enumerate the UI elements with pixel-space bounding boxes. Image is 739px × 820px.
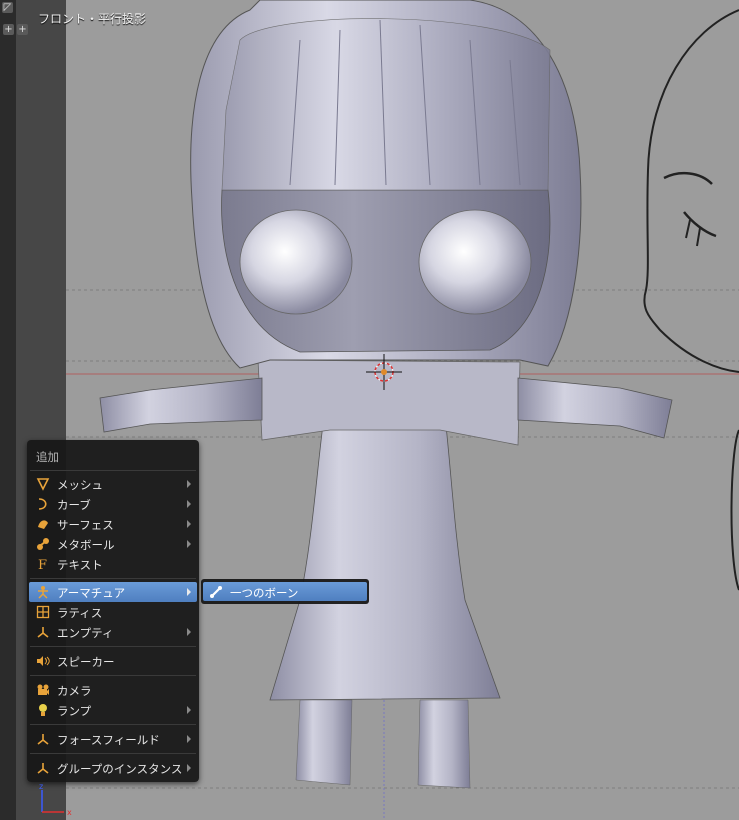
surface-icon — [38, 520, 48, 529]
menu-item-label: カメラ — [57, 684, 92, 698]
menu-item-label: メッシュ — [57, 478, 103, 492]
lamp-icon — [39, 704, 47, 716]
character-right-eye — [418, 209, 532, 315]
view-name-label: フロント・平行投影 — [38, 12, 147, 26]
character-right-arm — [517, 377, 673, 439]
menu-item-label: ラティス — [57, 606, 103, 620]
add-menu: 追加 メッシュ カーブ サーフェス メタボール F テキスト アーマチュア ラテ… — [27, 440, 199, 782]
menu-item-camera[interactable]: カメラ — [29, 680, 197, 700]
menu-item-armature[interactable]: アーマチュア — [29, 582, 197, 602]
submenu-arrow-icon — [187, 628, 191, 636]
submenu-arrow-icon — [187, 764, 191, 772]
menu-title: 追加 — [36, 450, 59, 464]
character-legs — [295, 699, 471, 789]
menu-separator — [30, 470, 196, 471]
menu-item-label: テキスト — [57, 558, 103, 572]
text-icon: F — [38, 558, 47, 571]
submenu-arrow-icon — [187, 706, 191, 714]
bone-icon — [210, 586, 222, 598]
3d-viewport[interactable]: ◸ + + フロント・平行投影 追加 メッシュ カーブ サーフェス メタボール — [0, 0, 739, 820]
menu-item-text[interactable]: F テキスト — [29, 554, 197, 574]
corner-icon[interactable]: ◸ — [2, 2, 13, 13]
menu-item-curve[interactable]: カーブ — [29, 494, 197, 514]
menu-item-surface[interactable]: サーフェス — [29, 514, 197, 534]
speaker-icon — [37, 656, 50, 666]
submenu-arrow-icon — [187, 480, 191, 488]
menu-item-label: フォースフィールド — [57, 733, 160, 747]
curve-icon — [38, 498, 47, 510]
submenu-arrow-icon — [187, 588, 191, 596]
region-strip: ◸ — [0, 0, 17, 820]
menu-item-single-bone[interactable]: 一つのボーン — [203, 582, 367, 601]
menu-item-label: エンプティ — [57, 626, 114, 640]
axis-z-label: z — [39, 782, 43, 791]
reference-sketch — [643, 9, 739, 591]
menu-item-label: カーブ — [57, 498, 91, 512]
group-instance-icon — [37, 763, 49, 774]
lattice-icon — [36, 605, 50, 619]
menu-item-speaker[interactable]: スピーカー — [29, 651, 197, 671]
axis-gizmo: z x — [39, 782, 72, 817]
menu-separator — [30, 753, 196, 754]
menu-separator — [30, 724, 196, 725]
force-field-icon — [37, 734, 49, 745]
menu-item-label: サーフェス — [57, 518, 114, 532]
menu-separator — [30, 578, 196, 579]
mesh-icon — [36, 478, 50, 491]
menu-item-label: スピーカー — [57, 655, 115, 669]
menu-separator — [30, 646, 196, 647]
menu-item-force-field[interactable]: フォースフィールド — [29, 729, 197, 749]
metaball-icon — [37, 538, 49, 550]
menu-item-lattice[interactable]: ラティス — [29, 602, 197, 622]
submenu-arrow-icon — [187, 735, 191, 743]
expand-button[interactable]: + — [3, 24, 14, 35]
menu-item-mesh[interactable]: メッシュ — [29, 474, 197, 494]
svg-text:F: F — [38, 558, 47, 571]
character-left-eye — [239, 209, 353, 315]
submenu-arrow-icon — [187, 540, 191, 548]
menu-item-metaball[interactable]: メタボール — [29, 534, 197, 554]
menu-item-label: 一つのボーン — [230, 586, 299, 600]
menu-item-label: アーマチュア — [57, 586, 126, 600]
expand-button[interactable]: + — [17, 24, 28, 35]
submenu-arrow-icon — [187, 520, 191, 528]
menu-item-group-instance[interactable]: グループのインスタンス — [29, 758, 197, 778]
armature-icon — [38, 586, 48, 599]
empty-icon — [37, 627, 49, 638]
armature-submenu: 一つのボーン — [201, 579, 369, 604]
menu-item-label: ランプ — [57, 704, 92, 718]
axis-x-label: x — [67, 808, 72, 817]
menu-separator — [30, 675, 196, 676]
menu-item-empty[interactable]: エンプティ — [29, 622, 197, 642]
menu-item-label: メタボール — [57, 538, 115, 552]
camera-icon — [37, 684, 49, 695]
submenu-arrow-icon — [187, 500, 191, 508]
character-left-arm — [99, 377, 263, 433]
menu-item-label: グループのインスタンス — [57, 762, 183, 776]
menu-item-lamp[interactable]: ランプ — [29, 700, 197, 720]
